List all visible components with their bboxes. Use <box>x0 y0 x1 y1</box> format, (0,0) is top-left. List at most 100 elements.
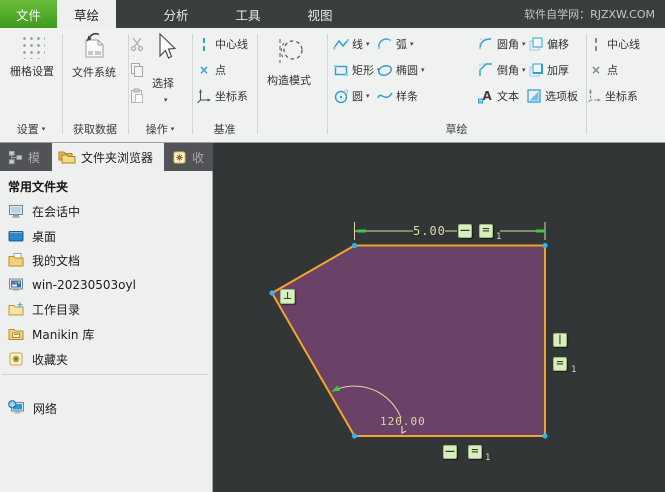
offset-button[interactable]: 偏移 <box>528 35 569 53</box>
site-watermark: 软件自学网：RJZXW.COM <box>524 8 655 21</box>
width-dimension[interactable] <box>354 222 546 240</box>
tab-favorites[interactable]: 收 <box>166 143 213 171</box>
folder-item-computer[interactable]: win-20230503oyl <box>0 273 212 297</box>
folder-stack-icon <box>58 151 76 164</box>
folder-item-documents[interactable]: 我的文档 <box>0 248 212 272</box>
width-dimension-value[interactable]: 5.00 <box>413 224 446 238</box>
select-button[interactable] <box>154 32 177 67</box>
tab-tools[interactable]: 工具 <box>212 0 284 28</box>
centerline2-button[interactable]: 中心线 <box>588 35 640 53</box>
group-sketch: 草绘 <box>327 121 586 137</box>
panel-separator <box>2 374 208 375</box>
select-label[interactable]: 选择 <box>152 74 174 92</box>
perpendicular-constraint-badge[interactable]: ⊥ <box>280 289 295 304</box>
folder-item-label: 桌面 <box>32 229 57 244</box>
sketch-canvas[interactable]: 5.00 120.00 — = 1 | = 1 — = 1 ⊥ <box>213 143 665 492</box>
folder-item-working-directory[interactable]: 工作目录 <box>0 297 212 321</box>
arc-button[interactable]: 弧 ▾ <box>377 35 414 53</box>
point-icon: × <box>590 63 602 77</box>
equal-constraint-badge[interactable]: = <box>468 445 482 459</box>
folder-item-favorites[interactable]: 收藏夹 <box>0 347 212 371</box>
text-button[interactable]: A 文本 <box>478 87 519 105</box>
point-button[interactable]: × 点 <box>196 61 226 79</box>
horizontal-constraint-badge[interactable]: — <box>443 445 457 459</box>
select-dropdown[interactable]: ▾ <box>164 91 168 109</box>
rectangle-label: 矩形 <box>352 64 374 77</box>
folder-item-network[interactable]: 网络 <box>0 396 212 420</box>
point2-label: 点 <box>607 64 618 77</box>
ellipse-button[interactable]: 椭圆 ▾ <box>377 61 425 79</box>
fillet-icon <box>479 38 492 50</box>
vertex-handle[interactable] <box>351 433 358 439</box>
tab-view[interactable]: 视图 <box>284 0 356 28</box>
chamfer-label: 倒角 <box>497 64 519 77</box>
construction-mode-button[interactable]: 构造模式 <box>260 36 318 88</box>
working-directory-icon <box>8 301 24 316</box>
library-folder-icon <box>8 329 24 340</box>
equal-constraint-badge[interactable]: = <box>553 357 567 371</box>
ribbon-divider <box>586 34 587 134</box>
paste-icon <box>131 88 143 103</box>
folder-item-desktop[interactable]: 桌面 <box>0 224 212 248</box>
coordinate-system-icon <box>587 89 601 104</box>
group-operations[interactable]: 操作 ▾ <box>128 121 192 137</box>
desktop-icon <box>8 231 24 242</box>
vertex-handle[interactable] <box>351 242 358 249</box>
csys-button[interactable]: 坐标系 <box>196 87 248 105</box>
point-icon: × <box>198 63 210 77</box>
file-system-button[interactable]: 文件系统 <box>65 32 123 80</box>
group-settings[interactable]: 设置 ▾ <box>0 121 62 137</box>
panel-header: 常用文件夹 <box>8 180 69 194</box>
panel-tabstrip: 模 文件夹浏览器 收 <box>0 143 213 171</box>
spline-button[interactable]: 样条 <box>377 87 418 105</box>
tab-sketch[interactable]: 草绘 <box>57 0 116 28</box>
rectangle-button[interactable]: 矩形 ▾ <box>333 61 381 79</box>
vertex-handle[interactable] <box>542 433 548 439</box>
horizontal-constraint-badge[interactable]: — <box>458 224 472 238</box>
folder-item-manikin-library[interactable]: Manikin 库 <box>0 322 212 346</box>
circle-label: 圆 <box>352 90 363 103</box>
tab-favorites-label: 收 <box>192 150 205 165</box>
dimension-tick <box>536 229 545 233</box>
csys2-button[interactable]: 坐标系 <box>586 87 638 105</box>
folder-item-label: 收藏夹 <box>32 352 69 367</box>
copy-button[interactable] <box>129 61 145 79</box>
vertex-handle[interactable] <box>542 242 548 249</box>
equal-constraint-badge[interactable]: = <box>479 224 493 238</box>
grid-settings-button[interactable]: 栅格设置 <box>4 33 60 79</box>
ribbon-divider <box>257 34 258 134</box>
thicken-button[interactable]: 加厚 <box>528 61 569 79</box>
centerline-button[interactable]: 中心线 <box>196 35 248 53</box>
thicken-icon <box>529 63 543 77</box>
group-get-data: 获取数据 <box>62 121 128 137</box>
tab-analysis[interactable]: 分析 <box>140 0 212 28</box>
folder-item-in-session[interactable]: 在会话中 <box>0 199 212 223</box>
tab-model-tree[interactable]: 模 <box>2 143 50 171</box>
arc-label: 弧 <box>396 38 407 51</box>
cut-button[interactable] <box>129 35 145 53</box>
spline-icon <box>377 92 393 99</box>
angle-dimension-value[interactable]: 120.00 <box>380 415 426 428</box>
fillet-button[interactable]: 圆角 ▾ <box>478 35 526 53</box>
tab-file[interactable]: 文件 <box>0 0 57 28</box>
vertex-handle[interactable] <box>269 290 275 296</box>
point2-button[interactable]: × 点 <box>588 61 618 79</box>
centerline-icon <box>595 37 597 51</box>
palette-button[interactable]: 选项板 <box>526 87 578 105</box>
line-button[interactable]: 线 ▾ <box>333 35 370 53</box>
coordinate-system-icon <box>197 89 211 104</box>
sketch-polygon[interactable] <box>271 244 546 437</box>
chamfer-button[interactable]: 倒角 ▾ <box>478 61 526 79</box>
palette-label: 选项板 <box>545 90 578 103</box>
paste-button[interactable] <box>129 87 145 105</box>
circle-button[interactable]: 圆 ▾ <box>333 87 370 105</box>
line-icon <box>333 39 349 50</box>
constraint-index: 1 <box>496 232 502 242</box>
folder-item-label: 网络 <box>33 401 58 416</box>
fillet-label: 圆角 <box>497 38 519 51</box>
grid-icon <box>19 33 45 59</box>
tab-folder-browser[interactable]: 文件夹浏览器 <box>52 143 164 171</box>
chevron-down-icon: ▾ <box>522 65 526 74</box>
vertical-constraint-badge[interactable]: | <box>553 333 567 347</box>
application-window: 文件 草绘 分析 工具 视图 软件自学网：RJZXW.COM 栅格设置 设置 ▾ <box>0 0 665 492</box>
